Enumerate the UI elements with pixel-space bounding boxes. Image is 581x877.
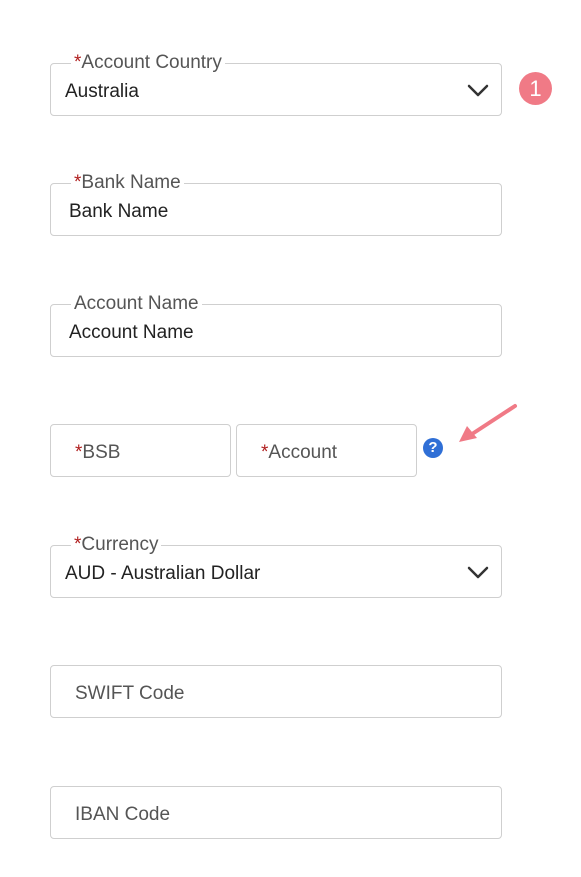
account-name-field[interactable]: Account Name Account Name (50, 294, 502, 357)
chevron-down-icon[interactable] (467, 565, 489, 581)
bank-name-value: Bank Name (69, 201, 169, 222)
pointer-arrow-icon (459, 404, 517, 442)
account-number-field[interactable]: *Account (236, 424, 417, 477)
chevron-down-icon[interactable] (467, 83, 489, 99)
currency-value: AUD - Australian Dollar (65, 563, 261, 584)
account-country-label: *Account Country (71, 53, 225, 73)
swift-code-field[interactable]: SWIFT Code (50, 665, 502, 718)
bank-name-field[interactable]: *Bank Name Bank Name (50, 173, 502, 236)
iban-code-field[interactable]: IBAN Code (50, 786, 502, 839)
account-name-value: Account Name (69, 322, 194, 343)
help-circle-icon[interactable]: ? (423, 438, 443, 458)
account-country-select[interactable]: *Account Country Australia (50, 53, 502, 116)
account-country-value: Australia (65, 81, 139, 102)
iban-code-placeholder: IBAN Code (75, 804, 171, 825)
bsb-field[interactable]: *BSB (50, 424, 231, 477)
bsb-placeholder: *BSB (75, 442, 121, 463)
bank-name-label: *Bank Name (71, 173, 184, 193)
account-placeholder: *Account (261, 442, 338, 463)
step-badge: 1 (519, 72, 552, 105)
swift-code-placeholder: SWIFT Code (75, 683, 185, 704)
account-name-label: Account Name (71, 294, 202, 314)
currency-label: *Currency (71, 535, 162, 555)
currency-select[interactable]: *Currency AUD - Australian Dollar (50, 535, 502, 598)
